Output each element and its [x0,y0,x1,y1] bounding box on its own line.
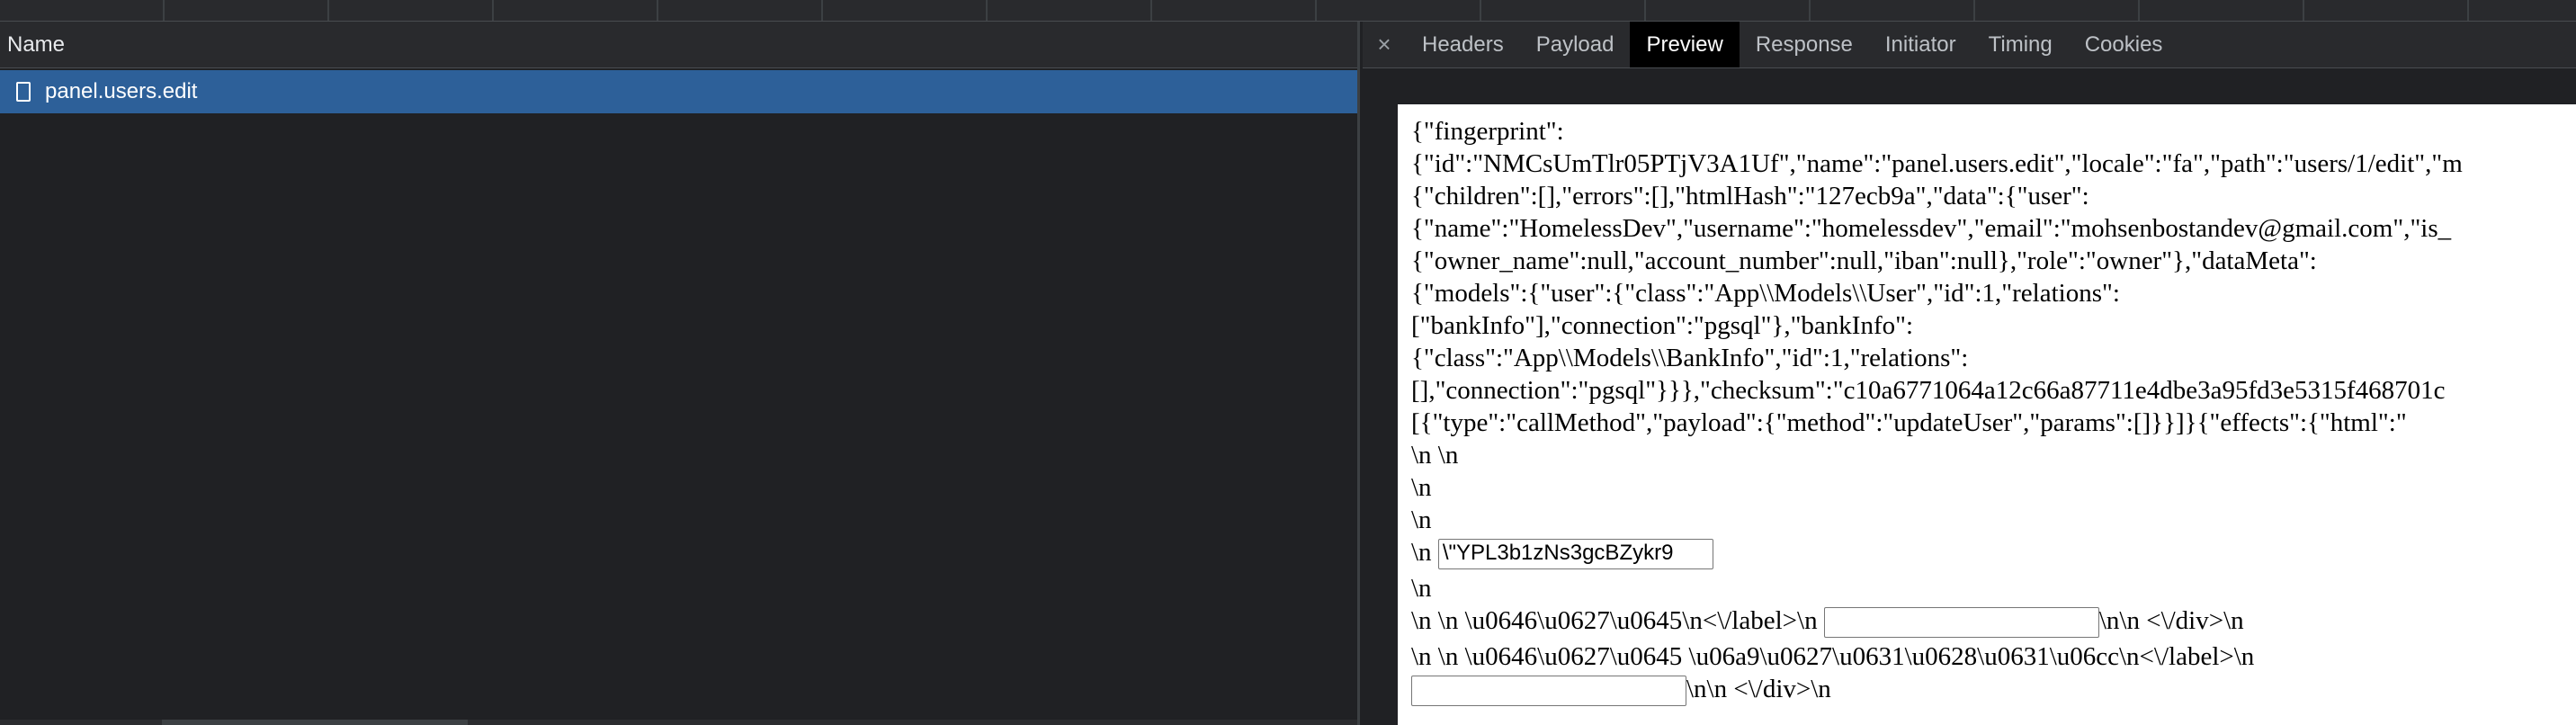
tab-cookies[interactable]: Cookies [2069,22,2179,67]
preview-text: \n [1411,538,1432,567]
document-icon [16,82,31,102]
preview-input-line: \n\n <\/div>\n [1411,673,2576,709]
request-list-panel: Name panel.users.edit [0,22,1360,725]
tab-headers[interactable]: Headers [1406,22,1520,67]
preview-text: \n\n <\/div>\n [2098,606,2244,635]
preview-line: \n \n \u0646\u0627\u0645 \u06a9\u0627\u0… [1411,642,2255,671]
preview-line: {"name":"HomelessDev","username":"homele… [1411,214,2452,243]
token-input[interactable]: \"YPL3b1zNs3gcBZykr9 [1437,539,1713,570]
preview-line: \n [1411,473,1432,502]
request-name: panel.users.edit [45,79,198,103]
preview-text: \n\n <\/div>\n [1686,675,1831,703]
preview-line: [{"type":"callMethod","payload":{"method… [1411,408,2407,437]
close-icon[interactable]: × [1363,22,1406,67]
tab-preview[interactable]: Preview [1630,22,1740,67]
preview-label-line: \n \n \u0646\u0627\u0645\n<\/label>\n \n… [1411,604,2576,640]
preview-text: \n \n \u0646\u0627\u0645\n<\/label>\n [1411,606,1818,635]
horizontal-scrollbar[interactable] [0,720,1357,725]
preview-line: {"owner_name":null,"account_number":null… [1411,246,2317,275]
tab-initiator[interactable]: Initiator [1869,22,1972,67]
request-details-panel: × Headers Payload Preview Response Initi… [1363,22,2576,725]
name-input[interactable] [1823,607,2099,639]
tab-payload[interactable]: Payload [1520,22,1631,67]
name-column-header[interactable]: Name [0,22,1357,68]
preview-line: ["bankInfo"],"connection":"pgsql"},"bank… [1411,311,1913,340]
scrollbar-thumb[interactable] [162,720,468,725]
preview-frame[interactable]: {"fingerprint": {"id":"NMCsUmTlr05PTjV3A… [1398,104,2576,725]
tab-timing[interactable]: Timing [1972,22,2069,67]
preview-content: {"fingerprint": {"id":"NMCsUmTlr05PTjV3A… [1411,115,2576,709]
details-tabbar: × Headers Payload Preview Response Initi… [1363,22,2576,68]
preview-line: [],"connection":"pgsql"}}},"checksum":"c… [1411,376,2446,405]
preview-line: \n \n [1411,441,1459,470]
preview-line: {"class":"App\\Models\\BankInfo","id":1,… [1411,344,1969,372]
preview-line: \n [1411,574,1432,603]
tab-response[interactable]: Response [1740,22,1869,67]
username-input[interactable] [1411,676,1686,707]
preview-input-line: \n \"YPL3b1zNs3gcBZykr9 [1411,536,2576,572]
preview-line: {"children":[],"errors":[],"htmlHash":"1… [1411,182,2089,210]
name-column-label: Name [7,31,66,57]
preview-line: {"models":{"user":{"class":"App\\Models\… [1411,279,2120,308]
preview-line: {"id":"NMCsUmTlr05PTjV3A1Uf","name":"pan… [1411,149,2463,178]
network-timeline-overview[interactable] [0,0,2576,22]
request-row[interactable]: panel.users.edit [0,70,1357,113]
preview-line: {"fingerprint": [1411,117,1564,146]
preview-line: \n [1411,506,1432,534]
